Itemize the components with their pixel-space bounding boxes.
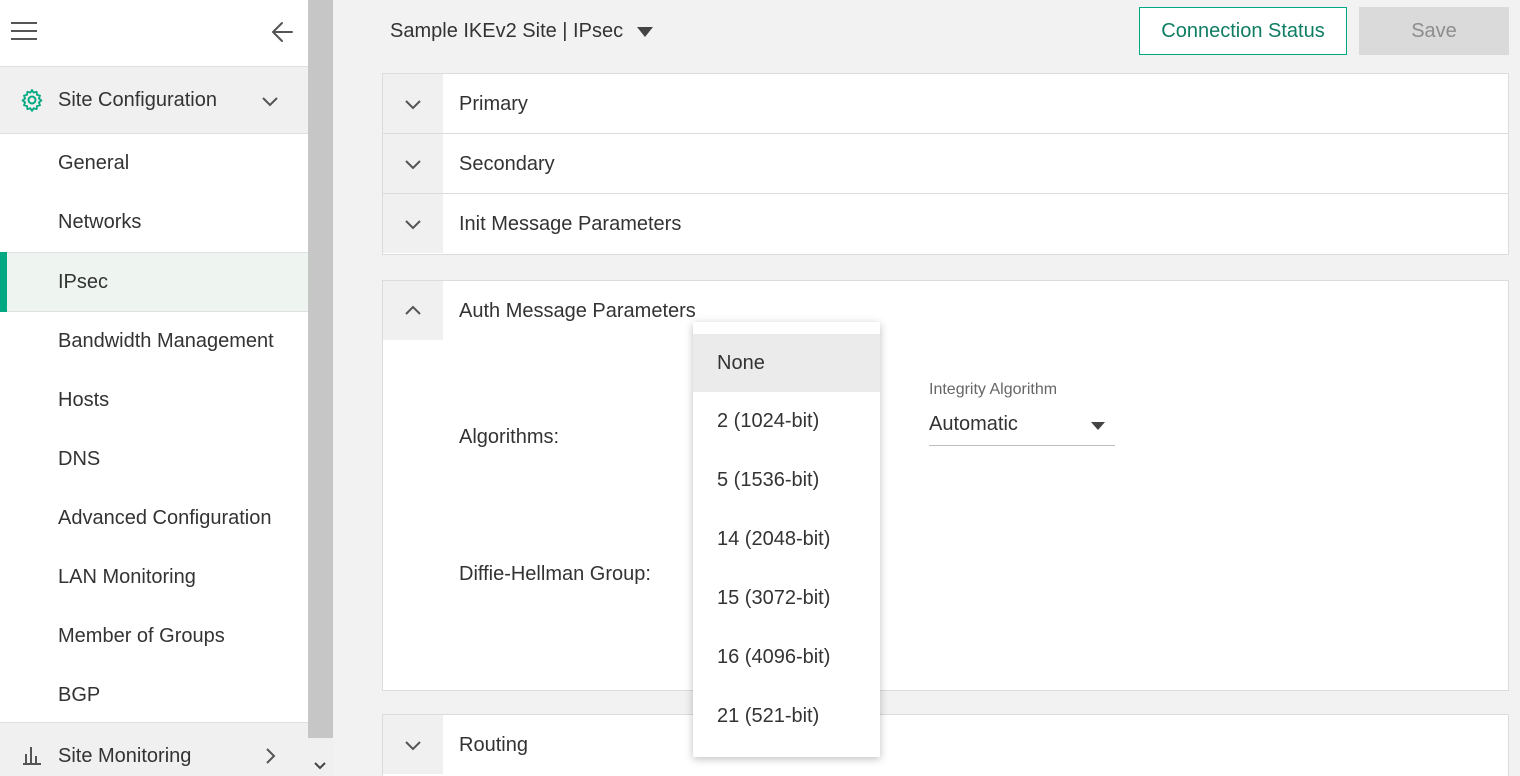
sidebar-section-label: Site Configuration bbox=[58, 89, 217, 111]
sidebar-section-site-monitoring[interactable]: Site Monitoring bbox=[0, 722, 308, 776]
sidebar-item-dns[interactable]: DNS bbox=[0, 430, 308, 489]
gear-icon bbox=[21, 89, 43, 112]
dropdown-option-5[interactable]: 5 (1536-bit) bbox=[693, 451, 880, 510]
sidebar-item-advanced-configuration[interactable]: Advanced Configuration bbox=[0, 489, 308, 548]
site-selector[interactable]: Sample IKEv2 Site | IPsec bbox=[390, 20, 654, 43]
chevron-down-icon bbox=[405, 160, 421, 170]
chevron-down-icon bbox=[405, 100, 421, 110]
dropdown-option-16[interactable]: 16 (4096-bit) bbox=[693, 628, 880, 687]
accordion-routing-header[interactable]: Routing bbox=[383, 715, 1508, 775]
accordion-toggle[interactable] bbox=[383, 194, 443, 253]
sidebar-item-lan-monitoring[interactable]: LAN Monitoring bbox=[0, 548, 308, 607]
integrity-algorithm-select[interactable]: Automatic bbox=[929, 405, 1115, 446]
diffie-hellman-group-dropdown: None 2 (1024-bit) 5 (1536-bit) 14 (2048-… bbox=[693, 322, 880, 757]
dropdown-option-14[interactable]: 14 (2048-bit) bbox=[693, 510, 880, 569]
accordion-toggle[interactable] bbox=[383, 715, 443, 774]
accordion-label: Primary bbox=[459, 93, 528, 115]
accordion-label: Init Message Parameters bbox=[459, 213, 682, 235]
accordion-label: Secondary bbox=[459, 153, 555, 175]
accordion-toggle[interactable] bbox=[383, 74, 443, 133]
caret-down-icon bbox=[637, 26, 654, 37]
sidebar-header bbox=[0, 0, 308, 67]
sidebar-item-general[interactable]: General bbox=[0, 134, 308, 193]
bar-chart-icon bbox=[23, 747, 41, 765]
save-button[interactable]: Save bbox=[1359, 7, 1509, 55]
accordion-routing[interactable]: Routing bbox=[382, 714, 1509, 776]
sidebar-item-networks[interactable]: Networks bbox=[0, 193, 308, 252]
dropdown-option-2[interactable]: 2 (1024-bit) bbox=[693, 392, 880, 451]
chevron-down-icon bbox=[405, 220, 421, 230]
accordion-label: Routing bbox=[459, 734, 528, 756]
chevron-down-icon bbox=[262, 97, 278, 107]
integrity-algorithm-label: Integrity Algorithm bbox=[929, 381, 1058, 398]
accordion-init-message-parameters[interactable]: Init Message Parameters bbox=[383, 194, 1508, 254]
hamburger-menu-icon[interactable] bbox=[11, 22, 37, 42]
sidebar-section-label: Site Monitoring bbox=[58, 745, 192, 767]
accordion-secondary[interactable]: Secondary bbox=[383, 134, 1508, 194]
sidebar-item-bandwidth-management[interactable]: Bandwidth Management bbox=[0, 312, 308, 371]
sidebar-item-ipsec[interactable]: IPsec bbox=[0, 252, 308, 312]
sidebar-item-hosts[interactable]: Hosts bbox=[0, 371, 308, 430]
chevron-down-icon bbox=[405, 741, 421, 751]
accordion-header[interactable]: Auth Message Parameters bbox=[383, 281, 1508, 341]
sidebar: Site Configuration General Networks IPse… bbox=[0, 0, 308, 776]
sidebar-item-bgp[interactable]: BGP bbox=[0, 666, 308, 725]
sidebar-item-member-of-groups[interactable]: Member of Groups bbox=[0, 607, 308, 666]
accordion-label: Auth Message Parameters bbox=[459, 300, 696, 322]
accordion-group-top: Primary Secondary Init Message Parameter… bbox=[382, 73, 1509, 255]
accordion-toggle[interactable] bbox=[383, 134, 443, 193]
dropdown-option-21[interactable]: 21 (521-bit) bbox=[693, 687, 880, 746]
sidebar-scrollbar-thumb[interactable] bbox=[308, 0, 333, 738]
dropdown-option-none[interactable]: None bbox=[693, 334, 880, 392]
connection-status-button[interactable]: Connection Status bbox=[1139, 7, 1347, 55]
sidebar-section-site-configuration[interactable]: Site Configuration bbox=[0, 67, 308, 134]
chevron-up-icon bbox=[405, 305, 421, 315]
accordion-primary[interactable]: Primary bbox=[383, 74, 1508, 134]
dropdown-option-15[interactable]: 15 (3072-bit) bbox=[693, 569, 880, 628]
diffie-hellman-group-label: Diffie-Hellman Group: bbox=[459, 563, 651, 585]
site-title: Sample IKEv2 Site | IPsec bbox=[390, 20, 624, 42]
chevron-right-icon bbox=[266, 748, 276, 764]
scroll-down-icon[interactable] bbox=[313, 760, 327, 772]
integrity-algorithm-value: Automatic bbox=[929, 413, 1018, 435]
accordion-auth-message-parameters: Auth Message Parameters Algorithms: Diff… bbox=[382, 280, 1509, 691]
caret-down-icon bbox=[1091, 422, 1105, 430]
algorithms-label: Algorithms: bbox=[459, 426, 560, 448]
back-arrow-icon[interactable] bbox=[270, 19, 296, 45]
accordion-toggle[interactable] bbox=[383, 281, 443, 340]
